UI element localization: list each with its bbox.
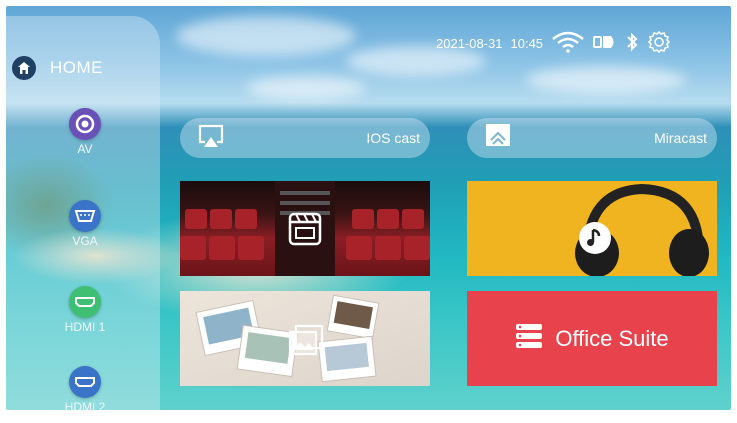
- ios-cast-label: IOS cast: [366, 130, 420, 146]
- source-vga[interactable]: VGA: [62, 200, 108, 248]
- office-suite-label: Office Suite: [555, 325, 669, 351]
- airplay-icon: [196, 123, 226, 154]
- source-label: HDMI 2: [64, 400, 106, 410]
- miracast-icon: [483, 122, 513, 155]
- home-screen: HOME AV VGA HDMI 1 HDMI 2 2021-08-31 10:…: [6, 6, 731, 410]
- date-text: 2021-08-31: [436, 36, 503, 51]
- bluetooth-icon: [625, 32, 639, 55]
- home-button[interactable]: HOME: [12, 56, 103, 80]
- cloud: [176, 16, 356, 56]
- office-menu-icon: [515, 323, 543, 354]
- miracast-button[interactable]: Miracast: [467, 118, 717, 158]
- music-tile[interactable]: [467, 181, 717, 276]
- source-av[interactable]: AV: [62, 108, 108, 156]
- source-label: VGA: [72, 234, 98, 248]
- hdmi-icon: [69, 286, 101, 318]
- settings-icon[interactable]: [647, 30, 671, 57]
- status-bar: 2021-08-31 10:45: [436, 30, 671, 57]
- photo-gallery-icon: [288, 324, 324, 361]
- wifi-icon: [551, 31, 585, 56]
- home-label: HOME: [50, 58, 103, 77]
- music-note-icon: [578, 221, 612, 260]
- office-suite-tile[interactable]: Office Suite: [467, 291, 717, 386]
- ios-cast-button[interactable]: IOS cast: [180, 118, 430, 158]
- source-hdmi-2[interactable]: HDMI 2: [62, 366, 108, 410]
- source-label: HDMI 1: [64, 320, 106, 334]
- hdmi-icon: [69, 366, 101, 398]
- cloud: [526, 66, 686, 94]
- movie-clapper-icon: [287, 211, 323, 252]
- source-hdmi-1[interactable]: HDMI 1: [62, 286, 108, 334]
- time-text: 10:45: [510, 36, 544, 51]
- cloud: [246, 76, 366, 100]
- battery-icon: [593, 34, 617, 53]
- home-icon: [12, 56, 36, 80]
- source-sidebar: HOME AV VGA HDMI 1 HDMI 2: [6, 16, 160, 410]
- source-label: AV: [77, 142, 93, 156]
- movie-tile[interactable]: [180, 181, 430, 276]
- vga-icon: [69, 200, 101, 232]
- photo-tile[interactable]: [180, 291, 430, 386]
- av-icon: [69, 108, 101, 140]
- miracast-label: Miracast: [654, 130, 707, 146]
